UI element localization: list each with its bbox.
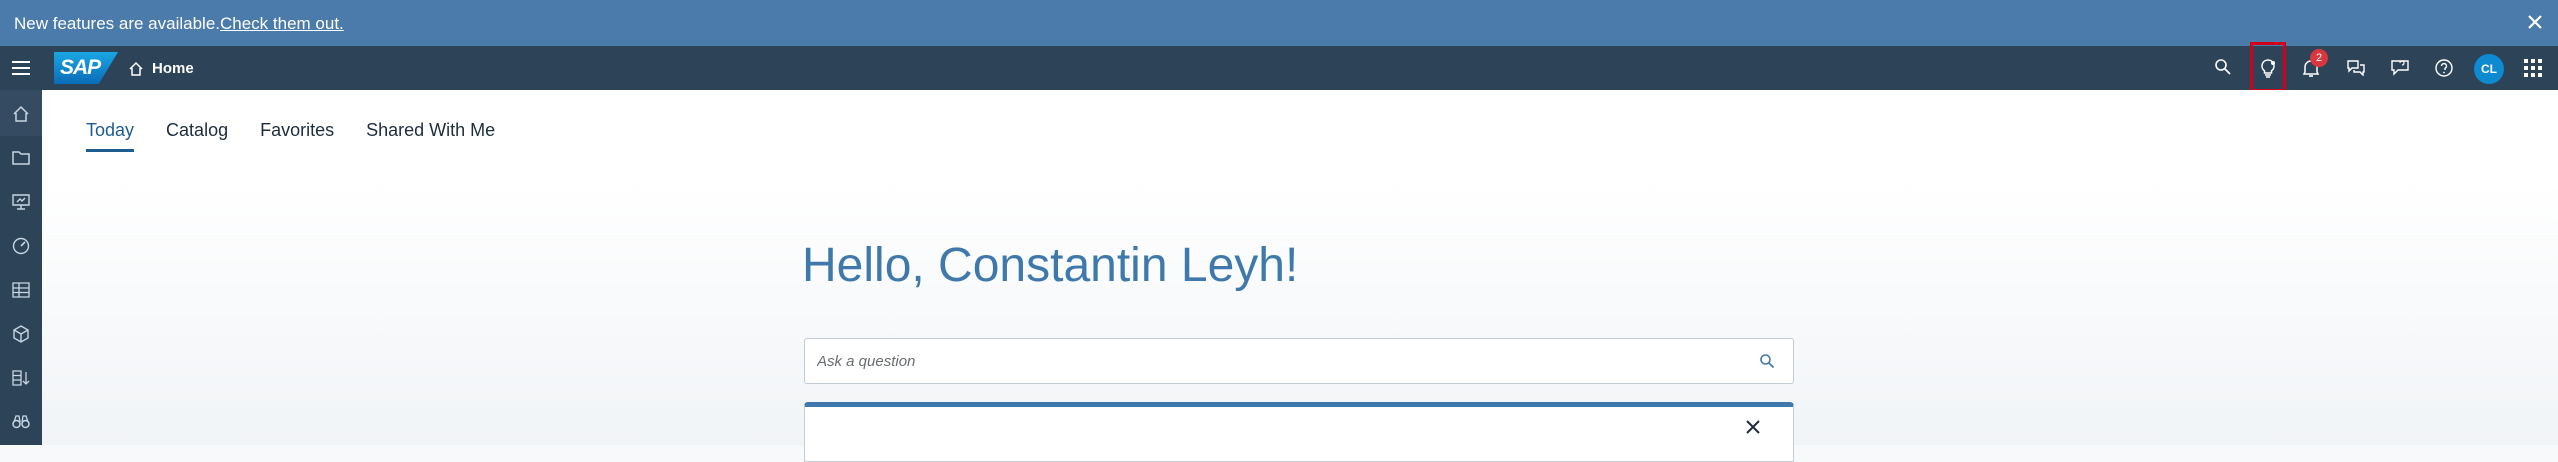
- banner-link[interactable]: Check them out.: [220, 14, 344, 34]
- help-icon[interactable]: [2434, 58, 2454, 78]
- list-sort-icon[interactable]: [11, 368, 31, 388]
- notification-badge: 2: [2310, 49, 2328, 67]
- home-icon[interactable]: [11, 104, 31, 124]
- menu-icon[interactable]: [12, 60, 30, 76]
- gauge-icon[interactable]: [11, 236, 31, 256]
- main-content: Today Catalog Favorites Shared With Me H…: [42, 90, 2558, 462]
- user-avatar[interactable]: CL: [2474, 54, 2504, 84]
- lightbulb-icon[interactable]: [2258, 58, 2278, 78]
- close-icon[interactable]: [2526, 13, 2544, 31]
- chat-icon[interactable]: [2346, 58, 2366, 76]
- binoculars-icon[interactable]: [11, 412, 31, 432]
- announcement-banner: New features are available. Check them o…: [0, 0, 2558, 46]
- sap-logo[interactable]: SAP: [54, 52, 118, 84]
- presentation-icon[interactable]: [11, 192, 31, 212]
- welcome-card: [804, 402, 1794, 462]
- cube-icon[interactable]: [11, 324, 31, 344]
- tab-favorites[interactable]: Favorites: [260, 120, 334, 152]
- folder-icon[interactable]: [11, 148, 31, 168]
- search-icon[interactable]: [1759, 353, 1775, 369]
- feedback-icon[interactable]: [2390, 58, 2410, 76]
- grid-table-icon[interactable]: [11, 280, 31, 300]
- ask-question-input[interactable]: [805, 339, 1735, 383]
- tab-shared-with-me[interactable]: Shared With Me: [366, 120, 495, 152]
- home-label: Home: [152, 60, 194, 77]
- tab-today[interactable]: Today: [86, 120, 135, 152]
- home-icon: [128, 61, 144, 77]
- greeting-heading: Hello, Constantin Leyh!: [802, 239, 1299, 292]
- close-icon[interactable]: [1745, 419, 1761, 435]
- home-breadcrumb[interactable]: Home: [128, 60, 194, 77]
- side-navigation: [0, 90, 42, 445]
- banner-message: New features are available.: [14, 14, 221, 33]
- search-icon[interactable]: [2214, 58, 2232, 76]
- ask-question-box: [804, 338, 1794, 384]
- home-tabs: Today Catalog Favorites Shared With Me: [86, 120, 495, 152]
- shell-bar: SAP Home 2 CL: [0, 42, 2558, 92]
- product-switch-icon[interactable]: [2524, 59, 2542, 77]
- tab-catalog[interactable]: Catalog: [166, 120, 228, 152]
